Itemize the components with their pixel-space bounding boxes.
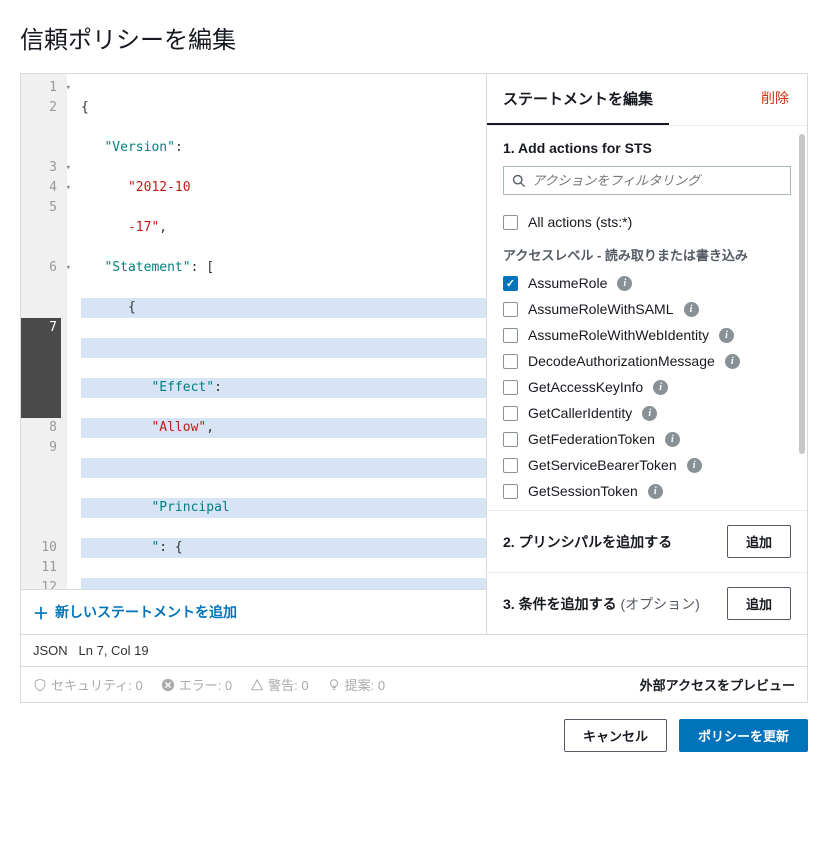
checkbox-label: GetSessionToken bbox=[528, 483, 638, 499]
add-statement-bar: ＋ 新しいステートメントを追加 bbox=[21, 589, 486, 634]
checkbox-action-GetAccessKeyInfo[interactable]: GetAccessKeyInfo i bbox=[503, 374, 791, 400]
checkbox-label: GetCallerIdentity bbox=[528, 405, 632, 421]
checkbox-icon bbox=[503, 458, 518, 473]
panel-tabs: ステートメントを編集 削除 bbox=[487, 74, 807, 126]
preview-external-access-link[interactable]: 外部アクセスをプレビュー bbox=[640, 675, 795, 694]
checkbox-all-actions[interactable]: All actions (sts:*) bbox=[503, 209, 791, 235]
checkbox-icon bbox=[503, 276, 518, 291]
checkbox-action-GetFederationToken[interactable]: GetFederationToken i bbox=[503, 426, 791, 452]
info-icon[interactable]: i bbox=[719, 328, 734, 343]
page-title: 信頼ポリシーを編集 bbox=[20, 20, 808, 55]
checkbox-label: All actions (sts:*) bbox=[528, 214, 632, 230]
info-icon[interactable]: i bbox=[687, 458, 702, 473]
plus-icon: ＋ bbox=[33, 600, 49, 624]
warning-count: 警告: 0 bbox=[250, 675, 308, 694]
info-icon[interactable]: i bbox=[665, 432, 680, 447]
cancel-button[interactable]: キャンセル bbox=[564, 719, 667, 752]
code-pane: 1 2 3 4 5 6 7 8 9 10 11 12 { "Version": … bbox=[21, 74, 487, 634]
section-condition-title: 3. 条件を追加する bbox=[503, 596, 617, 612]
checkbox-icon bbox=[503, 432, 518, 447]
statement-panel: ステートメントを編集 削除 1. Add actions for STS All… bbox=[487, 74, 807, 634]
checkbox-icon bbox=[503, 380, 518, 395]
footer-actions: キャンセル ポリシーを更新 bbox=[20, 719, 808, 752]
action-filter[interactable] bbox=[503, 166, 791, 195]
checkbox-label: AssumeRoleWithSAML bbox=[528, 301, 674, 317]
add-statement-label: 新しいステートメントを追加 bbox=[55, 602, 237, 622]
checkbox-label: GetFederationToken bbox=[528, 431, 655, 447]
code-body[interactable]: { "Version": "2012-10 -17", "Statement":… bbox=[67, 74, 486, 589]
warning-icon bbox=[250, 678, 264, 692]
checkbox-label: DecodeAuthorizationMessage bbox=[528, 353, 715, 369]
code-editor[interactable]: 1 2 3 4 5 6 7 8 9 10 11 12 { "Version": … bbox=[21, 74, 486, 589]
info-icon[interactable]: i bbox=[642, 406, 657, 421]
checkbox-action-GetCallerIdentity[interactable]: GetCallerIdentity i bbox=[503, 400, 791, 426]
tab-edit-statement[interactable]: ステートメントを編集 bbox=[487, 74, 669, 125]
split-pane: 1 2 3 4 5 6 7 8 9 10 11 12 { "Version": … bbox=[21, 74, 807, 634]
error-count: エラー: 0 bbox=[161, 675, 232, 694]
line-gutter: 1 2 3 4 5 6 7 8 9 10 11 12 bbox=[21, 74, 67, 589]
issues-bar: セキュリティ: 0 エラー: 0 警告: 0 提案: 0 外部アクセスをプレビュ… bbox=[21, 666, 807, 702]
checkbox-action-GetServiceBearerToken[interactable]: GetServiceBearerToken i bbox=[503, 452, 791, 478]
info-icon[interactable]: i bbox=[725, 354, 740, 369]
access-level-header: アクセスレベル - 読み取りまたは書き込み bbox=[503, 245, 791, 264]
checkbox-action-DecodeAuthorizationMessage[interactable]: DecodeAuthorizationMessage i bbox=[503, 348, 791, 374]
scrollbar-thumb[interactable] bbox=[799, 134, 805, 454]
delete-statement-link[interactable]: 削除 bbox=[743, 74, 807, 125]
action-filter-input[interactable] bbox=[532, 173, 782, 188]
suggestion-count: 提案: 0 bbox=[327, 675, 385, 694]
shield-icon bbox=[33, 678, 47, 692]
actions-panel: 1. Add actions for STS All actions (sts:… bbox=[487, 126, 807, 510]
checkbox-action-AssumeRole[interactable]: AssumeRole i bbox=[503, 270, 791, 296]
section-principal-title: 2. プリンシパルを追加する bbox=[503, 532, 672, 552]
info-icon[interactable]: i bbox=[684, 302, 699, 317]
section-actions-title: 1. Add actions for STS bbox=[503, 140, 791, 156]
checkbox-label: GetServiceBearerToken bbox=[528, 457, 677, 473]
policy-editor: 1 2 3 4 5 6 7 8 9 10 11 12 { "Version": … bbox=[20, 73, 808, 703]
info-icon[interactable]: i bbox=[653, 380, 668, 395]
error-icon bbox=[161, 678, 175, 692]
checkbox-icon bbox=[503, 484, 518, 499]
section-condition: 3. 条件を追加する (オプション) 追加 bbox=[487, 572, 807, 634]
checkbox-icon bbox=[503, 302, 518, 317]
section-principal: 2. プリンシパルを追加する 追加 bbox=[487, 510, 807, 572]
checkbox-icon bbox=[503, 406, 518, 421]
add-condition-button[interactable]: 追加 bbox=[727, 587, 791, 620]
info-icon[interactable]: i bbox=[617, 276, 632, 291]
checkbox-icon bbox=[503, 354, 518, 369]
checkbox-action-AssumeRoleWithWebIdentity[interactable]: AssumeRoleWithWebIdentity i bbox=[503, 322, 791, 348]
add-principal-button[interactable]: 追加 bbox=[727, 525, 791, 558]
status-cursor-position: Ln 7, Col 19 bbox=[79, 643, 149, 658]
info-icon[interactable]: i bbox=[648, 484, 663, 499]
lightbulb-icon bbox=[327, 678, 341, 692]
checkbox-icon bbox=[503, 328, 518, 343]
security-count: セキュリティ: 0 bbox=[33, 675, 143, 694]
add-statement-button[interactable]: ＋ 新しいステートメントを追加 bbox=[33, 600, 237, 624]
checkbox-action-GetSessionToken[interactable]: GetSessionToken i bbox=[503, 478, 791, 504]
editor-status-bar: JSON Ln 7, Col 19 bbox=[21, 634, 807, 666]
status-mode: JSON bbox=[33, 643, 68, 658]
checkbox-action-AssumeRoleWithSAML[interactable]: AssumeRoleWithSAML i bbox=[503, 296, 791, 322]
checkbox-icon bbox=[503, 215, 518, 230]
actions-list: AssumeRoleiAssumeRoleWithSAMLiAssumeRole… bbox=[503, 270, 791, 504]
update-policy-button[interactable]: ポリシーを更新 bbox=[679, 719, 808, 752]
search-icon bbox=[512, 174, 526, 188]
checkbox-label: AssumeRoleWithWebIdentity bbox=[528, 327, 709, 343]
checkbox-label: AssumeRole bbox=[528, 275, 607, 291]
checkbox-label: GetAccessKeyInfo bbox=[528, 379, 643, 395]
section-condition-optional: (オプション) bbox=[620, 596, 699, 612]
